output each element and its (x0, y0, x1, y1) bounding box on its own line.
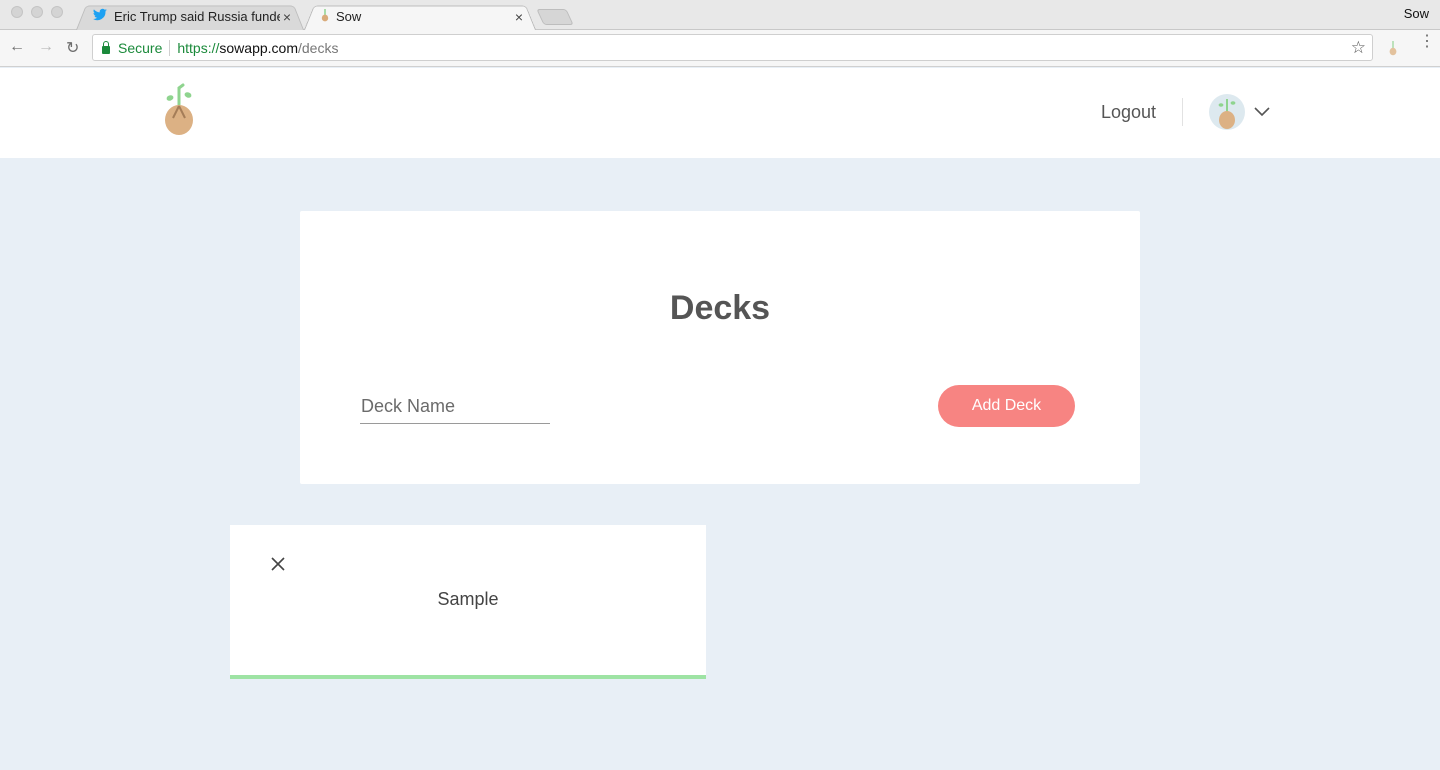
sow-sprout-icon (320, 8, 330, 25)
chevron-down-icon[interactable] (1254, 104, 1270, 122)
window-maximize-icon[interactable] (51, 6, 63, 18)
browser-tab-twitter[interactable]: Eric Trump said Russia funded × (76, 3, 304, 31)
logout-link[interactable]: Logout (1101, 102, 1156, 123)
address-bar[interactable]: Secure https:// sowapp.com /decks ☆ (92, 34, 1373, 61)
sow-logo-icon[interactable] (160, 82, 198, 143)
decks-panel: Decks Add Deck (300, 211, 1140, 484)
url-host: sowapp.com (219, 39, 298, 56)
new-tab-button[interactable] (536, 9, 574, 25)
add-deck-button[interactable]: Add Deck (938, 385, 1075, 427)
window-minimize-icon[interactable] (31, 6, 43, 18)
secure-label: Secure (118, 39, 163, 56)
app-header: Logout (0, 68, 1440, 158)
tab-title: Eric Trump said Russia funded (114, 9, 280, 24)
bookmark-star-icon[interactable]: ☆ (1351, 38, 1366, 58)
twitter-bird-icon (92, 8, 108, 25)
url-scheme: https:// (177, 39, 220, 56)
sow-extension-icon[interactable] (1388, 40, 1398, 61)
avatar[interactable] (1209, 94, 1245, 130)
reload-icon[interactable]: ↻ (66, 38, 79, 58)
window-close-icon[interactable] (11, 6, 23, 18)
back-arrow-icon[interactable]: ← (9, 38, 25, 56)
header-divider (1182, 98, 1183, 126)
page-title: Decks (669, 289, 771, 327)
deck-card[interactable]: Sample (230, 525, 706, 679)
tab-close-icon[interactable]: × (512, 9, 526, 25)
browser-toolbar: ← → ↻ Secure https:// sowapp.com /decks … (0, 30, 1440, 67)
forward-arrow-icon[interactable]: → (38, 38, 54, 56)
browser-profile-name[interactable]: Sow (1404, 6, 1429, 21)
browser-tab-sow[interactable]: Sow × (304, 3, 536, 31)
browser-tab-bar: Eric Trump said Russia funded × Sow × So… (0, 0, 1440, 31)
close-icon[interactable] (270, 556, 286, 572)
tab-title: Sow (336, 9, 362, 24)
tab-close-icon[interactable]: × (280, 9, 294, 25)
lock-icon (102, 40, 110, 54)
url-path: /decks (297, 39, 339, 56)
deck-name-input[interactable] (360, 389, 550, 424)
browser-menu-icon[interactable]: ⋮ (1419, 34, 1435, 50)
deck-name: Sample (437, 589, 499, 609)
